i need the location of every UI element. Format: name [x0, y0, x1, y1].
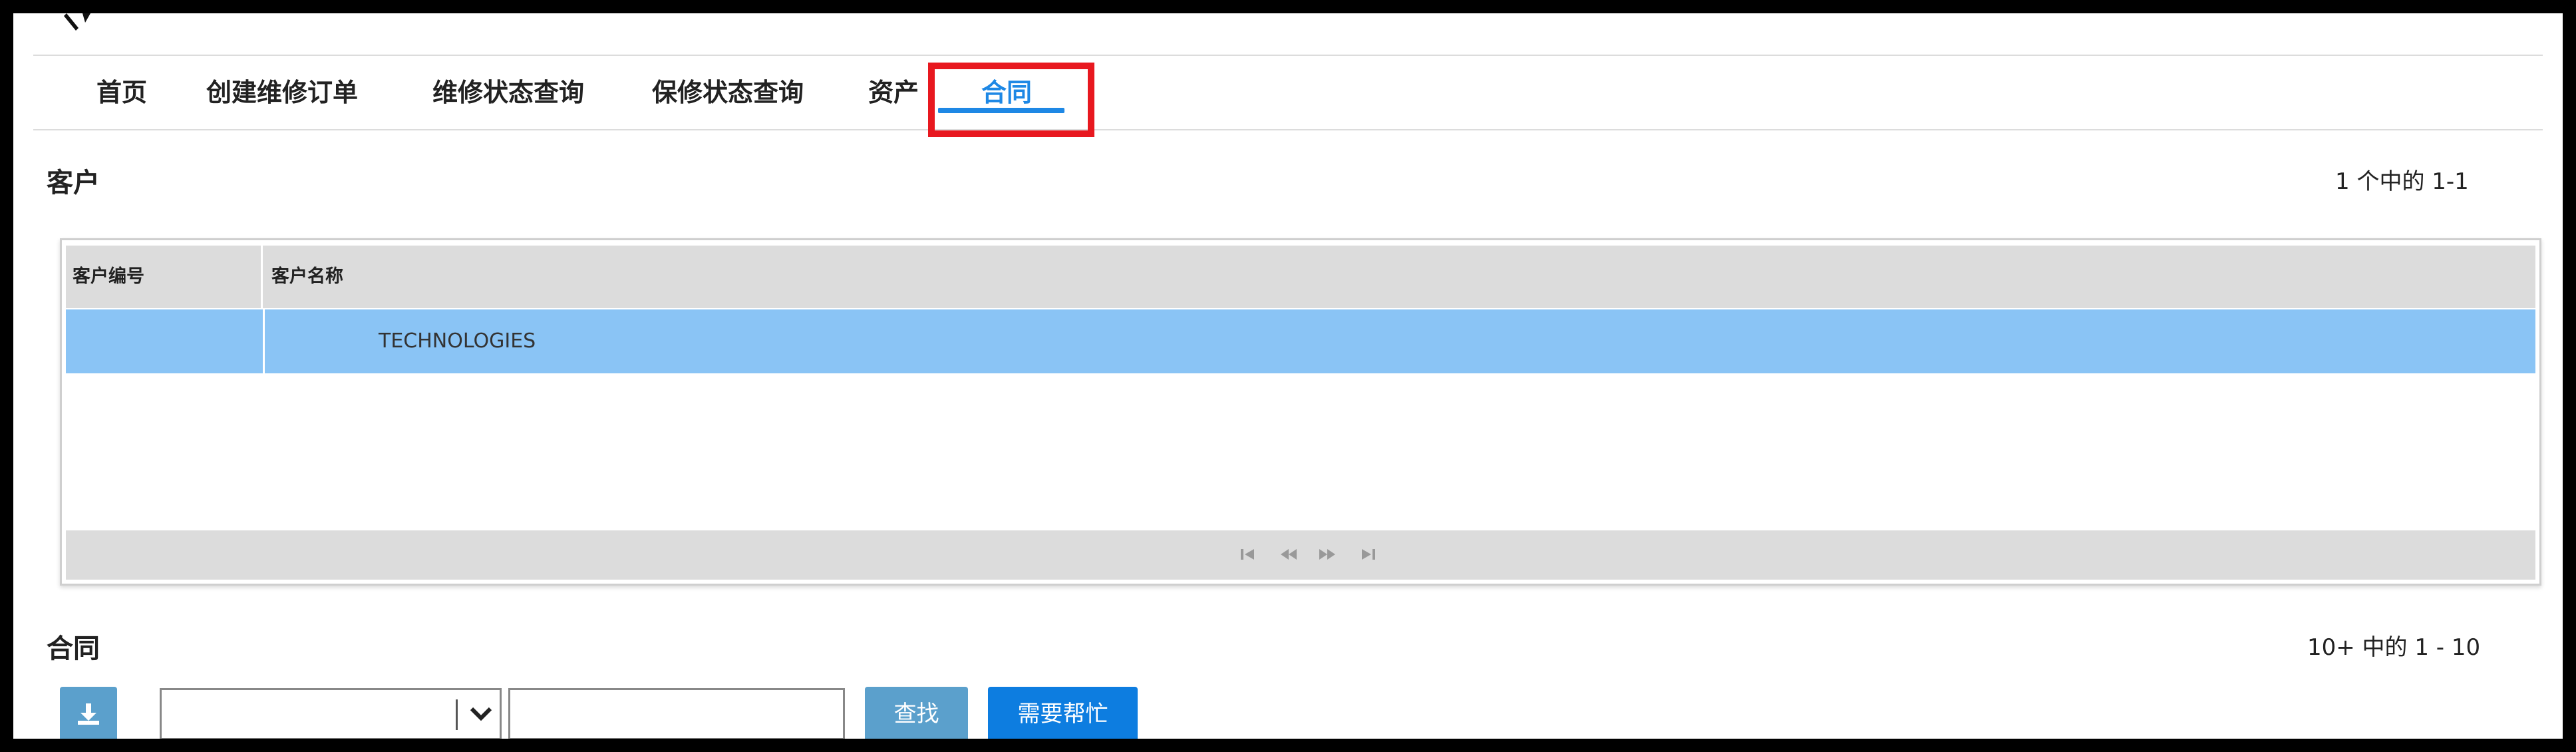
chevron-down-icon — [470, 707, 492, 721]
highlight-box — [928, 63, 1094, 137]
cell-customer-id — [66, 309, 265, 373]
customer-count: 1 个中的 1-1 — [2335, 168, 2469, 195]
grid-header: 客户编号 客户名称 — [66, 246, 2535, 308]
table-row[interactable]: TECHNOLOGIES — [66, 309, 2535, 373]
nav-repair-status[interactable]: 维修状态查询 — [432, 56, 584, 129]
grid-pager — [66, 530, 2535, 580]
cell-customer-name: TECHNOLOGIES — [379, 329, 536, 353]
help-button[interactable]: 需要帮忙 — [988, 687, 1138, 739]
last-page-icon[interactable] — [1358, 544, 1378, 565]
nav-warranty-status[interactable]: 保修状态查询 — [652, 56, 804, 129]
contract-field-select[interactable] — [160, 688, 502, 739]
nav-home[interactable]: 首页 — [96, 56, 147, 129]
find-button[interactable]: 查找 — [865, 687, 968, 739]
column-header-customer-id[interactable]: 客户编号 — [66, 246, 263, 308]
customer-section-title: 客户 — [47, 168, 100, 198]
next-page-icon[interactable] — [1318, 544, 1338, 565]
search-input[interactable] — [508, 688, 845, 739]
app-window: 首页 创建维修订单 维修状态查询 保修状态查询 资产 合同 客户 1 个中的 1… — [0, 0, 2576, 752]
download-button[interactable] — [60, 687, 117, 739]
prev-page-icon[interactable] — [1278, 544, 1298, 565]
first-page-icon[interactable] — [1238, 544, 1258, 565]
select-divider — [456, 699, 458, 730]
main-nav: 首页 创建维修订单 维修状态查询 保修状态查询 资产 合同 — [33, 55, 2543, 130]
column-header-customer-name[interactable]: 客户名称 — [265, 246, 2535, 308]
logo-icon — [64, 13, 90, 31]
customer-grid: 客户编号 客户名称 TECHNOLOGIES — [60, 238, 2541, 586]
contract-count: 10+ 中的 1 - 10 — [2307, 634, 2481, 661]
nav-assets[interactable]: 资产 — [868, 56, 919, 129]
nav-create-repair-order[interactable]: 创建维修订单 — [206, 56, 358, 129]
contract-section-title: 合同 — [47, 634, 100, 664]
download-icon — [78, 703, 99, 725]
